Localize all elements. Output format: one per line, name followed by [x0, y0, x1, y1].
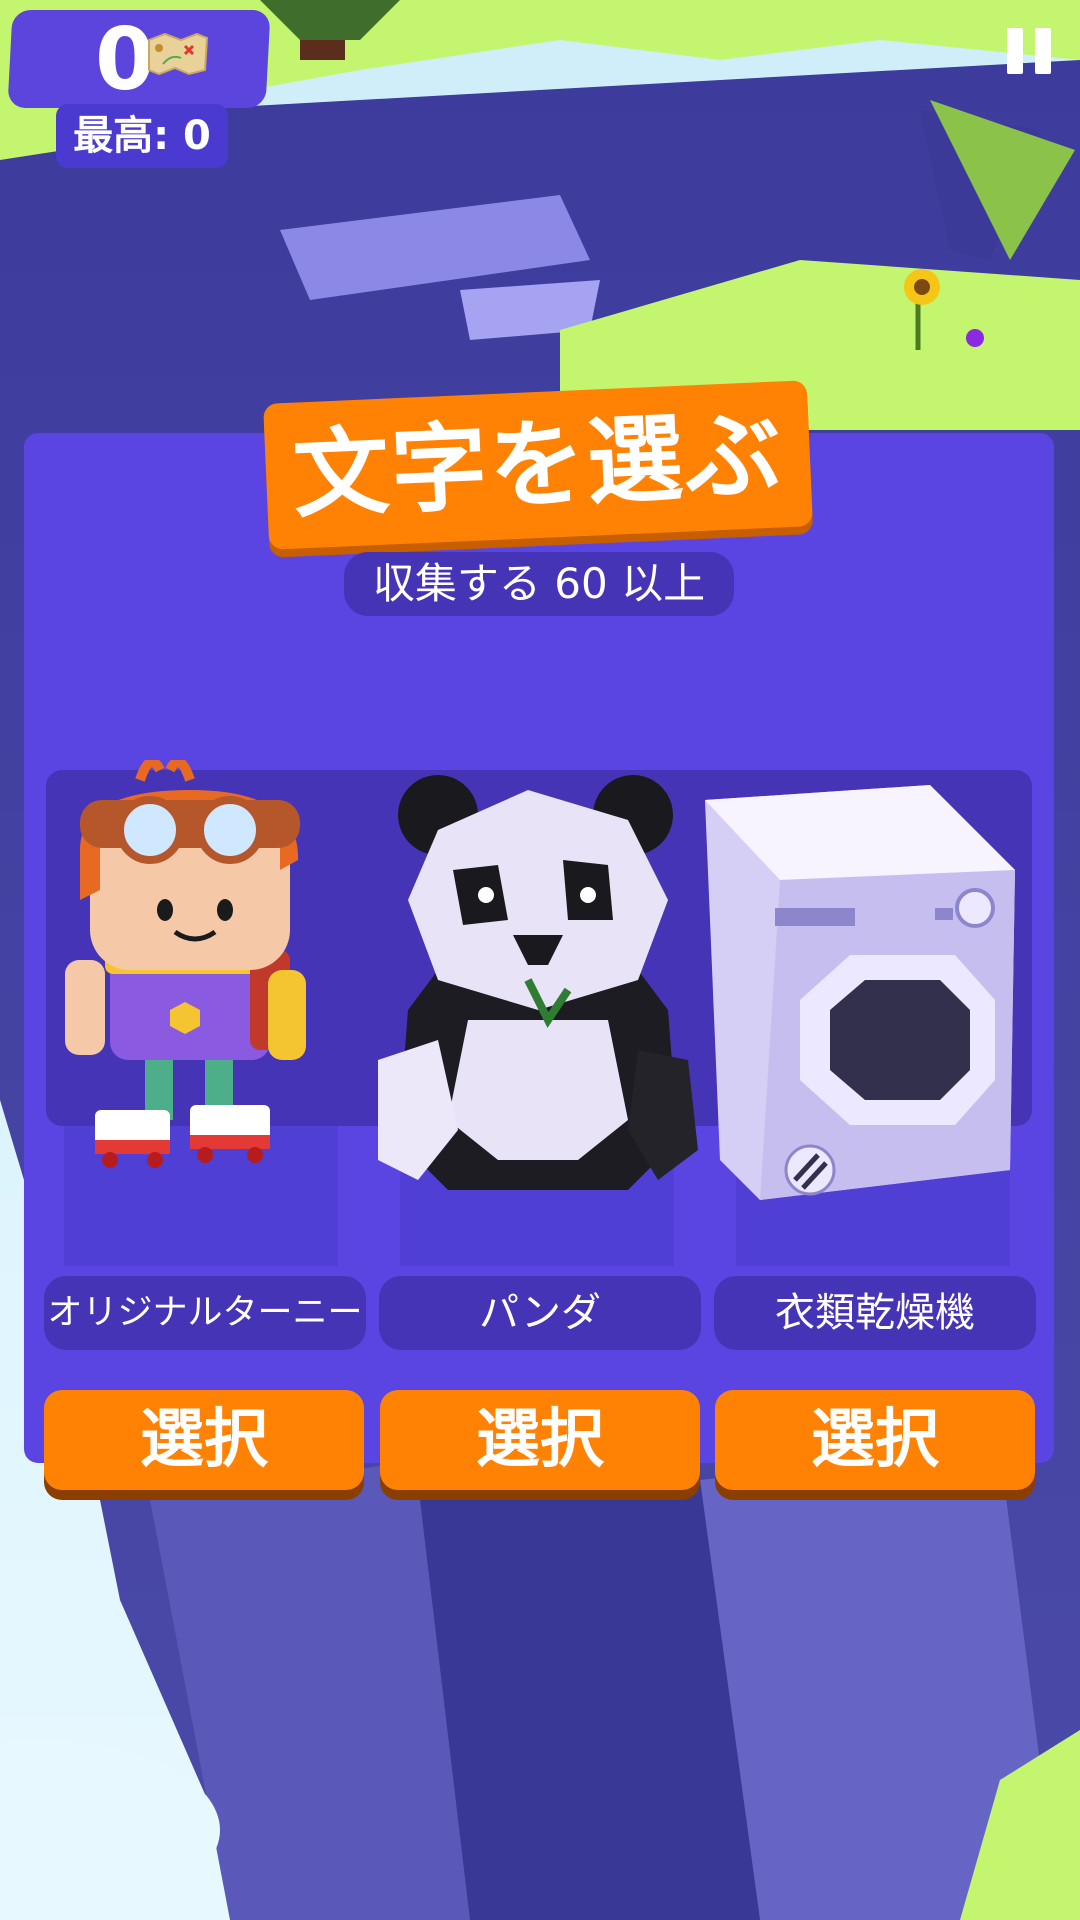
treasure-map-icon — [148, 32, 209, 76]
character-name-label: パンダ — [379, 1276, 701, 1350]
panda-character-icon[interactable] — [378, 760, 698, 1220]
requirement-text: 収集する 60 以上 — [372, 559, 706, 608]
best-score-label: 最高: 0 — [73, 113, 211, 159]
character-name-label: オリジナルターニー — [44, 1276, 366, 1350]
select-button[interactable]: 選択 — [44, 1390, 364, 1490]
clothes-dryer-character-icon[interactable] — [700, 760, 1020, 1220]
character-name-label: 衣類乾燥機 — [714, 1276, 1036, 1350]
select-button[interactable]: 選択 — [380, 1390, 700, 1490]
explorer-girl-character-icon[interactable] — [40, 760, 360, 1220]
panel-title: 文字を選ぶ — [290, 398, 786, 532]
select-button[interactable]: 選択 — [715, 1390, 1035, 1490]
pause-icon[interactable] — [1003, 26, 1055, 76]
